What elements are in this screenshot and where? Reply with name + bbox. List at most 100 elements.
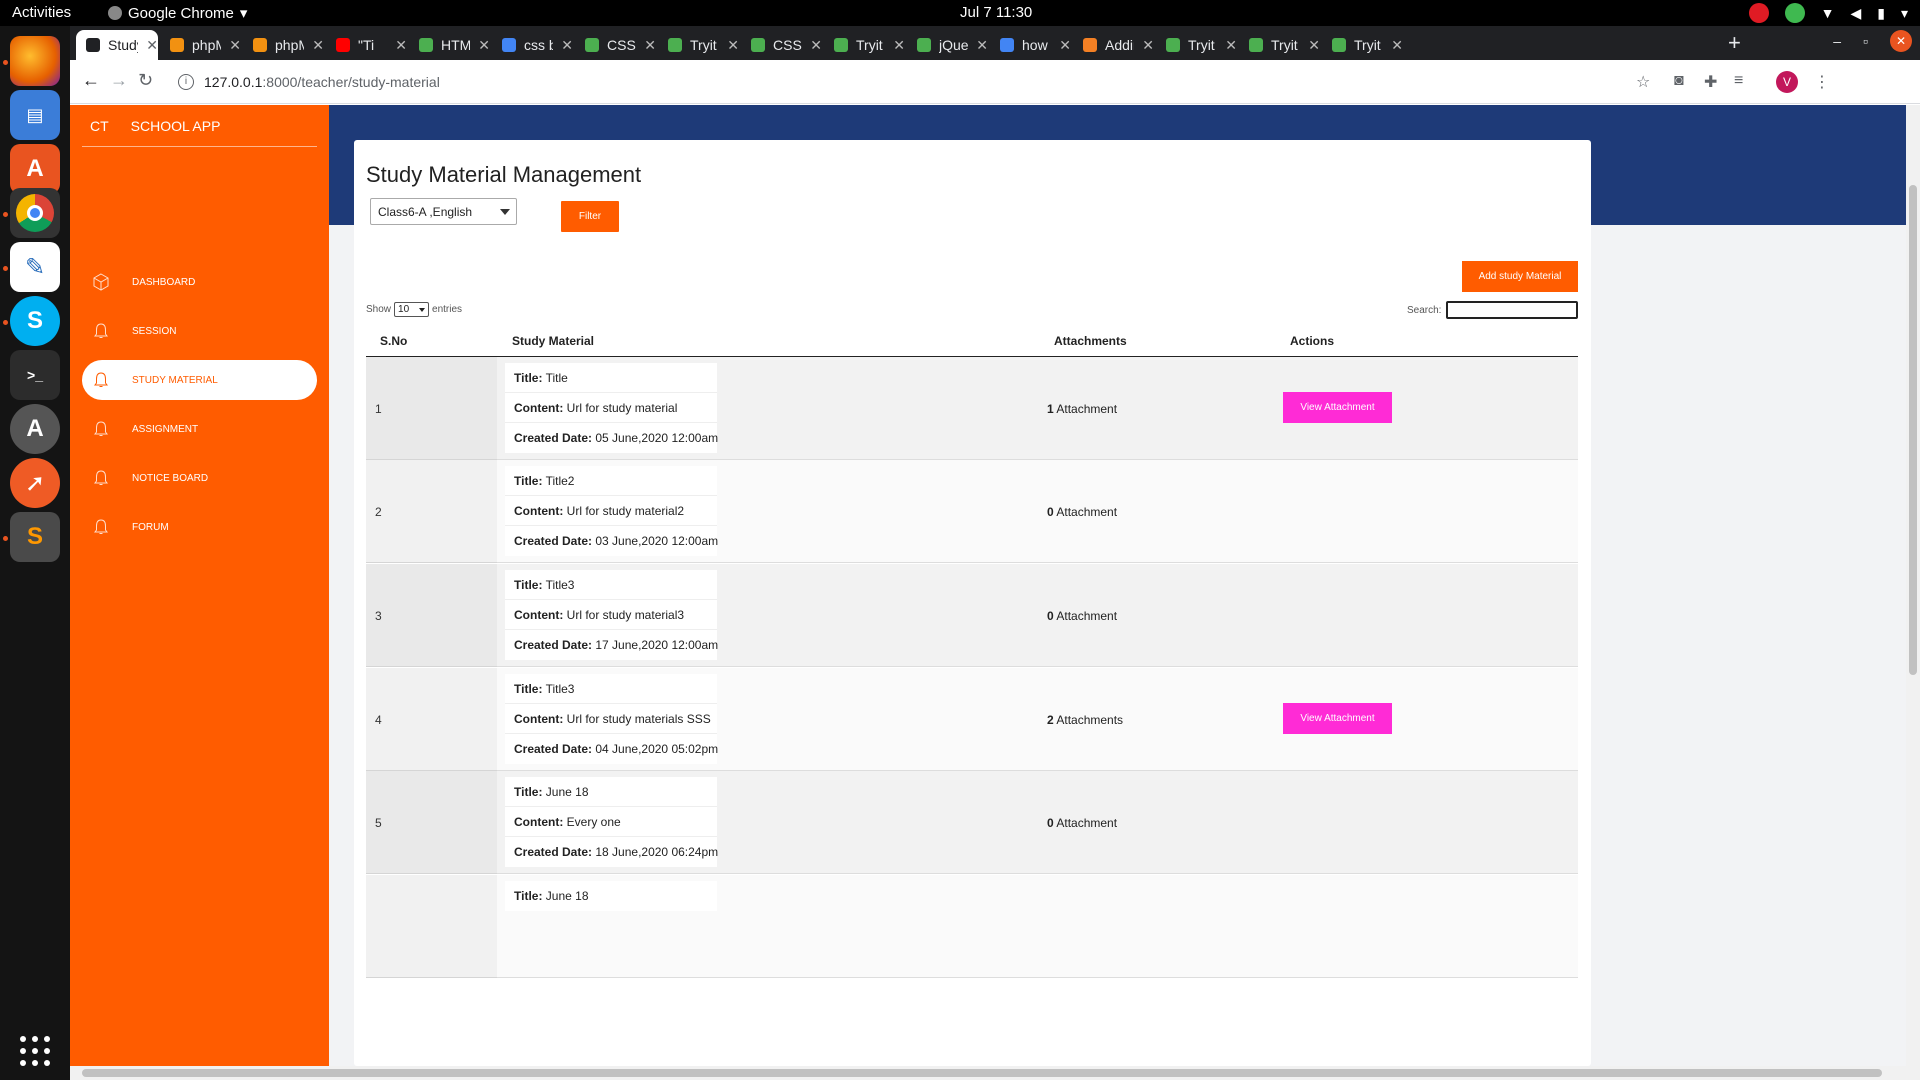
filter-button[interactable]: Filter — [561, 201, 619, 232]
close-tab-icon[interactable]: ✕ — [478, 37, 490, 54]
tab[interactable]: how t ✕ — [990, 30, 1071, 60]
tab[interactable]: phpM ✕ — [160, 30, 241, 60]
close-tab-icon[interactable]: ✕ — [1308, 37, 1320, 54]
tab[interactable]: css bo ✕ — [492, 30, 573, 60]
extensions-icon[interactable]: ✚ — [1704, 72, 1717, 92]
close-tab-icon[interactable]: ✕ — [727, 37, 739, 54]
tab[interactable]: phpM ✕ — [243, 30, 324, 60]
study-material-details: Title: Title2 Content: Url for study mate… — [505, 466, 718, 556]
close-tab-icon[interactable]: ✕ — [561, 37, 573, 54]
add-study-material-button[interactable]: Add study Material — [1462, 261, 1578, 292]
column-header-sno[interactable]: S.No — [380, 334, 407, 348]
row-sno-cell: 5 — [366, 771, 497, 874]
close-tab-icon[interactable]: ✕ — [312, 37, 324, 54]
tab-label: HTML — [441, 37, 471, 53]
tab[interactable]: Tryit ✕ — [1239, 30, 1320, 60]
forward-button[interactable]: → — [110, 70, 128, 91]
sidebar-item-dashboard[interactable]: DASHBOARD — [82, 262, 317, 302]
new-tab-button[interactable]: + — [1728, 30, 1741, 56]
close-tab-icon[interactable]: ✕ — [1059, 37, 1071, 54]
menu-kebab-icon[interactable]: ⋮ — [1814, 72, 1830, 92]
media-control-icon[interactable]: ≡ — [1734, 72, 1743, 90]
close-tab-icon[interactable]: ✕ — [1142, 37, 1154, 54]
sidebar-item-notice-board[interactable]: NOTICE BOARD — [82, 458, 317, 498]
tab[interactable]: Tryit ✕ — [824, 30, 905, 60]
column-header-attachments[interactable]: Attachments — [1054, 334, 1127, 348]
tab[interactable]: HTML ✕ — [409, 30, 490, 60]
column-header-study-material[interactable]: Study Material — [512, 334, 594, 348]
tab[interactable]: Addir ✕ — [1073, 30, 1154, 60]
close-tab-icon[interactable]: ✕ — [893, 37, 905, 54]
close-window-icon[interactable]: ✕ — [1890, 30, 1912, 52]
sidebar-item-forum[interactable]: FORUM — [82, 507, 317, 547]
tab[interactable]: CSS R ✕ — [575, 30, 656, 60]
close-tab-icon[interactable]: ✕ — [1391, 37, 1403, 54]
site-info-icon[interactable]: i — [178, 74, 194, 90]
files-icon[interactable]: ▤ — [10, 90, 60, 140]
close-tab-icon[interactable]: ✕ — [395, 37, 407, 54]
update-icon[interactable] — [1784, 3, 1805, 23]
profile-avatar[interactable]: V — [1776, 71, 1798, 93]
tab[interactable]: Tryit ✕ — [1156, 30, 1237, 60]
column-header-actions[interactable]: Actions — [1290, 334, 1334, 348]
close-tab-icon[interactable]: ✕ — [229, 37, 241, 54]
terminal-icon[interactable]: >_ — [10, 350, 60, 400]
skype-icon[interactable]: S — [10, 296, 60, 346]
sidebar-item-session[interactable]: SESSION — [82, 311, 317, 351]
horizontal-scrollbar[interactable] — [70, 1066, 1920, 1080]
view-attachment-button[interactable]: View Attachment — [1283, 703, 1392, 734]
tab[interactable]: "Ti ✕ — [326, 30, 407, 60]
app-menu[interactable]: Google Chrome ▾ — [108, 4, 247, 22]
sidebar-item-assignment[interactable]: ASSIGNMENT — [82, 409, 317, 449]
tab[interactable]: Tryit ✕ — [1322, 30, 1403, 60]
class-subject-select[interactable]: Class6-A ,English — [370, 198, 517, 225]
address-bar[interactable]: i 127.0.0.1:8000/teacher/study-material — [178, 67, 1718, 97]
scrollbar-thumb[interactable] — [82, 1069, 1882, 1077]
vertical-scrollbar[interactable] — [1906, 105, 1920, 1066]
close-tab-icon[interactable]: ✕ — [146, 37, 158, 54]
detail-created-label: Created Date: — [514, 534, 593, 548]
system-tray[interactable]: ▼ ◀ ▮ ▾ — [1748, 3, 1908, 23]
show-applications-icon[interactable] — [20, 1036, 50, 1066]
updater-icon[interactable]: A — [10, 404, 60, 454]
tab[interactable]: jQuer ✕ — [907, 30, 988, 60]
restore-icon[interactable]: ▫ — [1863, 33, 1868, 49]
tab-active[interactable]: Study ✕ — [76, 30, 158, 60]
battery-icon[interactable]: ▮ — [1877, 5, 1885, 22]
activities-button[interactable]: Activities — [12, 4, 71, 21]
detail-created: Created Date: 05 June,2020 12:00am — [505, 423, 718, 453]
minimize-icon[interactable]: – — [1833, 33, 1841, 49]
detail-content-label: Content: — [514, 401, 564, 415]
reload-button[interactable]: ↻ — [138, 70, 153, 91]
close-tab-icon[interactable]: ✕ — [644, 37, 656, 54]
tab-label: Tryit — [856, 37, 883, 53]
scrollbar-thumb[interactable] — [1909, 185, 1917, 675]
camera-icon[interactable]: ◙ — [1674, 72, 1684, 90]
volume-icon[interactable]: ◀ — [1850, 5, 1861, 22]
sidebar-item-study-material[interactable]: STUDY MATERIAL — [82, 360, 317, 400]
view-attachment-button[interactable]: View Attachment — [1283, 392, 1392, 423]
postman-icon[interactable]: ➚ — [10, 458, 60, 508]
tab[interactable]: Tryit ✕ — [658, 30, 739, 60]
close-tab-icon[interactable]: ✕ — [1225, 37, 1237, 54]
sublime-text-icon[interactable]: S — [10, 512, 60, 562]
text-editor-icon[interactable]: ✎ — [10, 242, 60, 292]
back-button[interactable]: ← — [82, 70, 100, 91]
chevron-down-icon[interactable]: ▾ — [1901, 5, 1908, 22]
clock[interactable]: Jul 7 11:30 — [960, 4, 1032, 21]
firefox-icon[interactable] — [10, 36, 60, 86]
detail-title-value: Title — [545, 371, 568, 385]
bookmark-star-icon[interactable]: ☆ — [1636, 72, 1650, 92]
do-not-disturb-icon[interactable] — [1748, 3, 1769, 23]
entries-select[interactable]: 10 — [394, 302, 430, 317]
close-tab-icon[interactable]: ✕ — [810, 37, 822, 54]
tab[interactable]: CSS C ✕ — [741, 30, 822, 60]
close-tab-icon[interactable]: ✕ — [976, 37, 988, 54]
chrome-icon[interactable] — [10, 188, 60, 238]
software-center-icon[interactable]: A — [10, 144, 60, 194]
running-indicator — [3, 266, 8, 271]
sidebar-brand[interactable]: CT SCHOOL APP — [70, 105, 329, 147]
row-sno-cell: 1 — [366, 357, 497, 460]
wifi-icon[interactable]: ▼ — [1821, 5, 1835, 21]
search-input[interactable] — [1446, 301, 1579, 319]
